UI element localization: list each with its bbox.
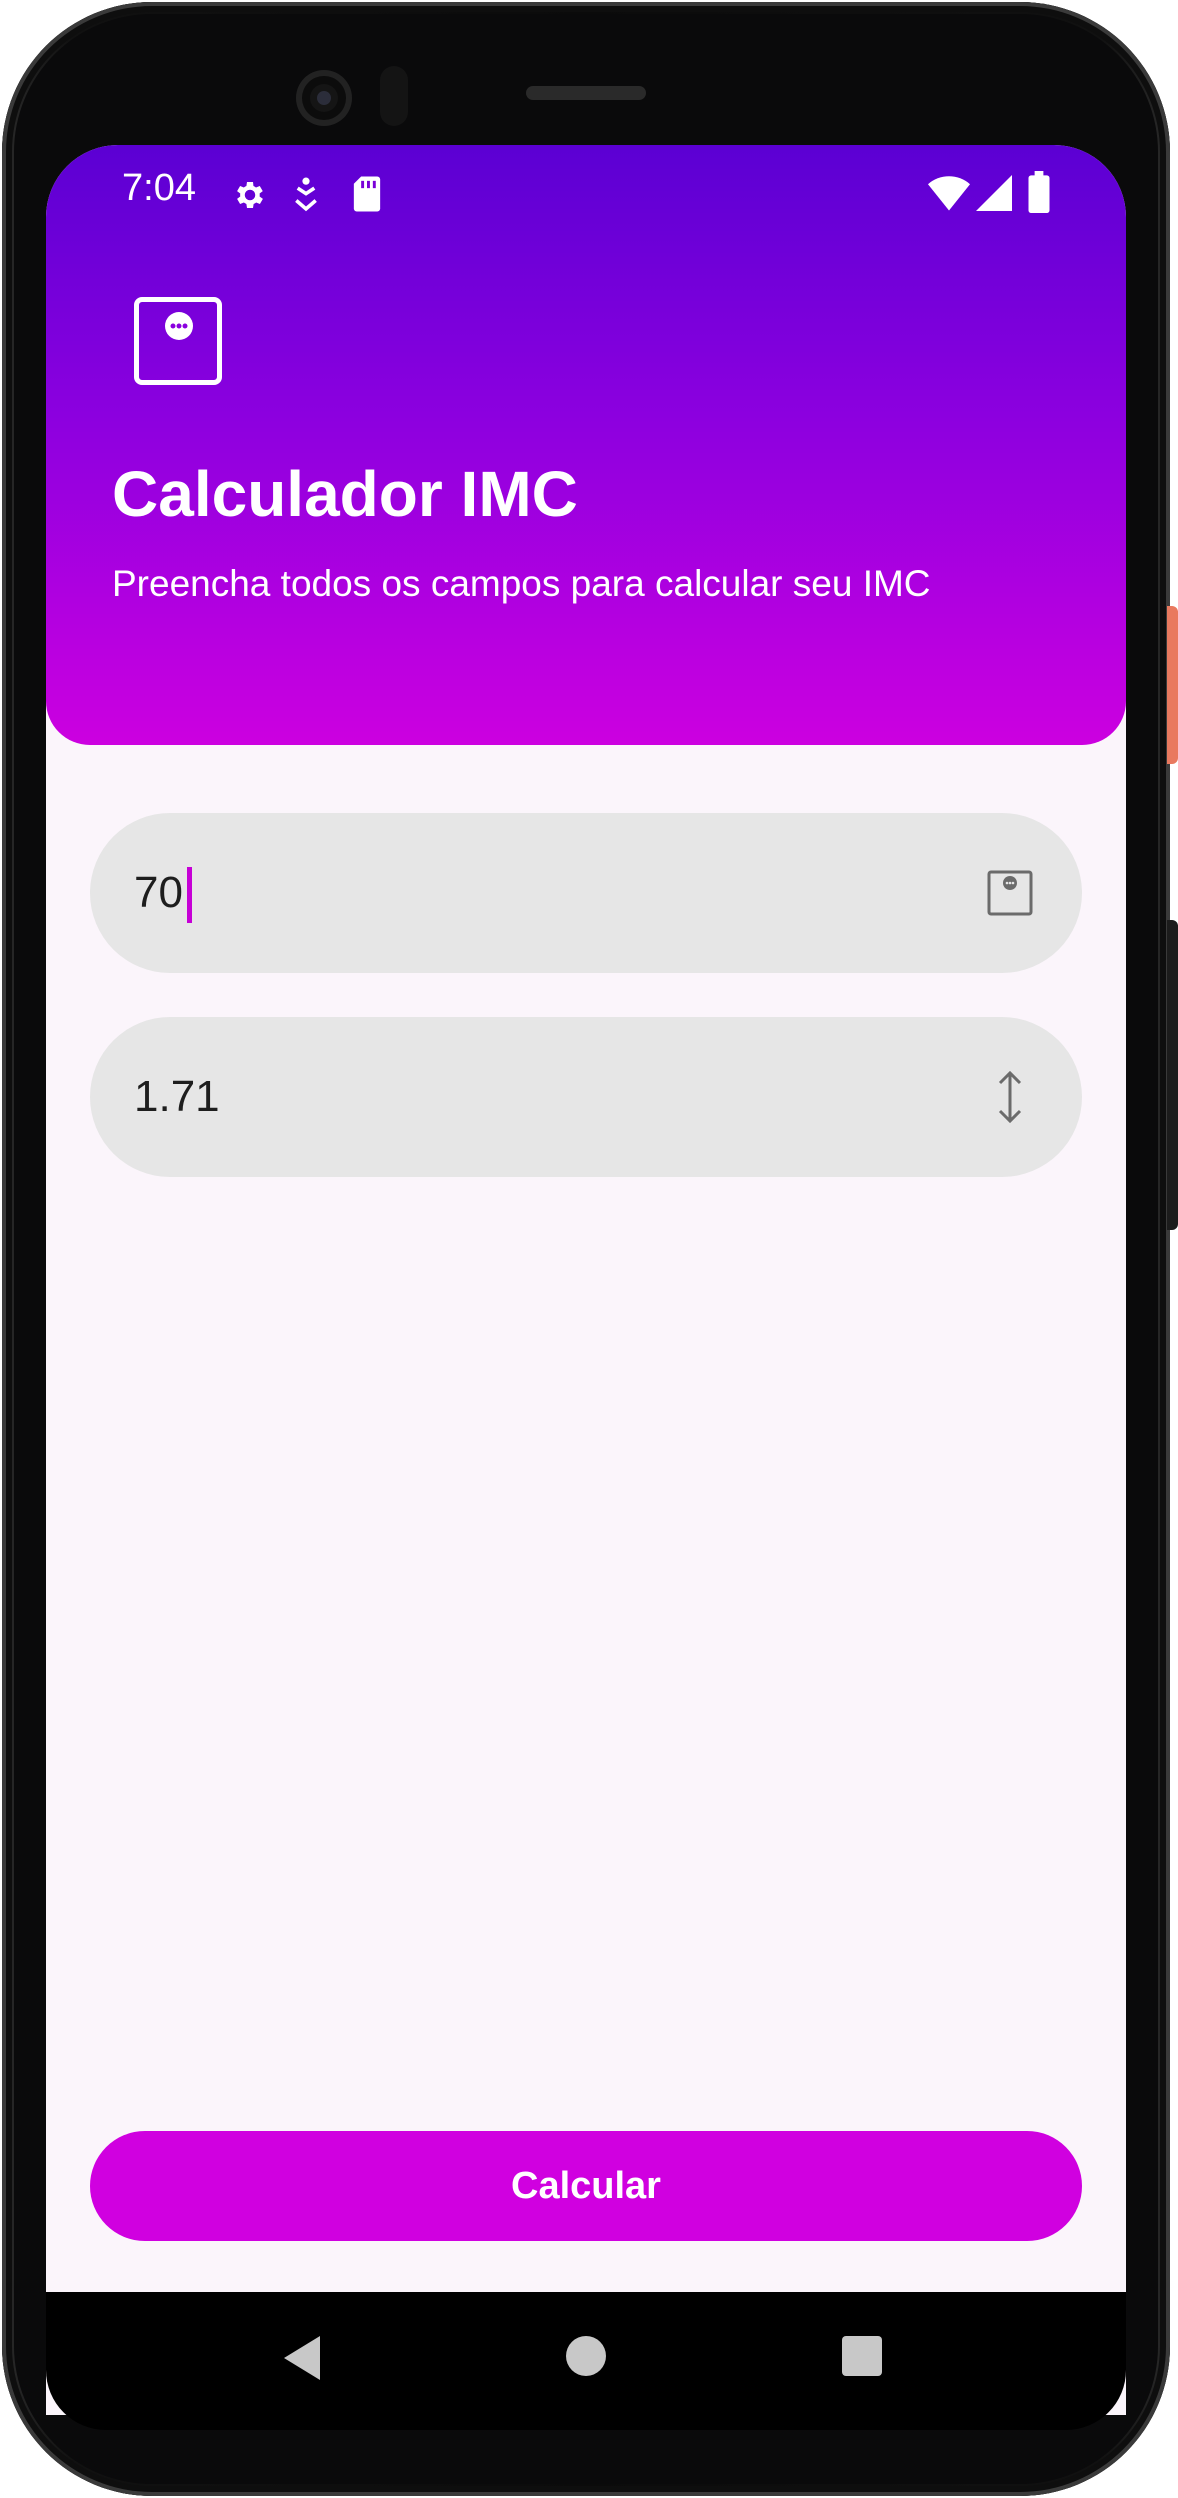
- volume-button: [1167, 920, 1178, 1230]
- weight-input[interactable]: [134, 853, 934, 933]
- proximity-sensor: [380, 66, 408, 126]
- app-header: 7:04 Calculador IMC Preencha todos os ca…: [46, 145, 1126, 745]
- signal-icon: [976, 175, 1012, 211]
- page-title: Calculador IMC: [112, 458, 578, 530]
- height-field[interactable]: [90, 1017, 1082, 1177]
- back-icon[interactable]: [280, 2334, 324, 2382]
- height-arrows-icon: [998, 1070, 1022, 1124]
- scale-icon: [987, 870, 1033, 916]
- phone-frame: 7:04 Calculador IMC Preencha todos os ca…: [0, 0, 1178, 2498]
- status-bar: 7:04: [46, 145, 1126, 235]
- text-cursor: [187, 867, 192, 923]
- sd-card-icon: [353, 176, 381, 212]
- front-camera: [296, 70, 352, 126]
- recents-icon[interactable]: [840, 2334, 884, 2378]
- page-subtitle: Preencha todos os campos para calcular s…: [112, 563, 931, 604]
- calculate-button[interactable]: Calcular: [90, 2131, 1082, 2241]
- scale-dial-dots: [170, 323, 188, 329]
- power-button: [1167, 606, 1178, 764]
- battery-icon: [1028, 171, 1050, 213]
- app-screen: 7:04 Calculador IMC Preencha todos os ca…: [46, 145, 1126, 2415]
- height-input[interactable]: [134, 1057, 934, 1137]
- system-nav-bar: [46, 2292, 1126, 2430]
- scale-icon: [134, 297, 222, 385]
- earpiece-speaker: [526, 86, 646, 100]
- gear-icon: [237, 181, 263, 209]
- status-time: 7:04: [122, 167, 196, 209]
- weight-field[interactable]: [90, 813, 1082, 973]
- wifi-icon: [928, 176, 970, 211]
- home-icon[interactable]: [564, 2334, 608, 2378]
- accessibility-download-icon: [295, 177, 317, 212]
